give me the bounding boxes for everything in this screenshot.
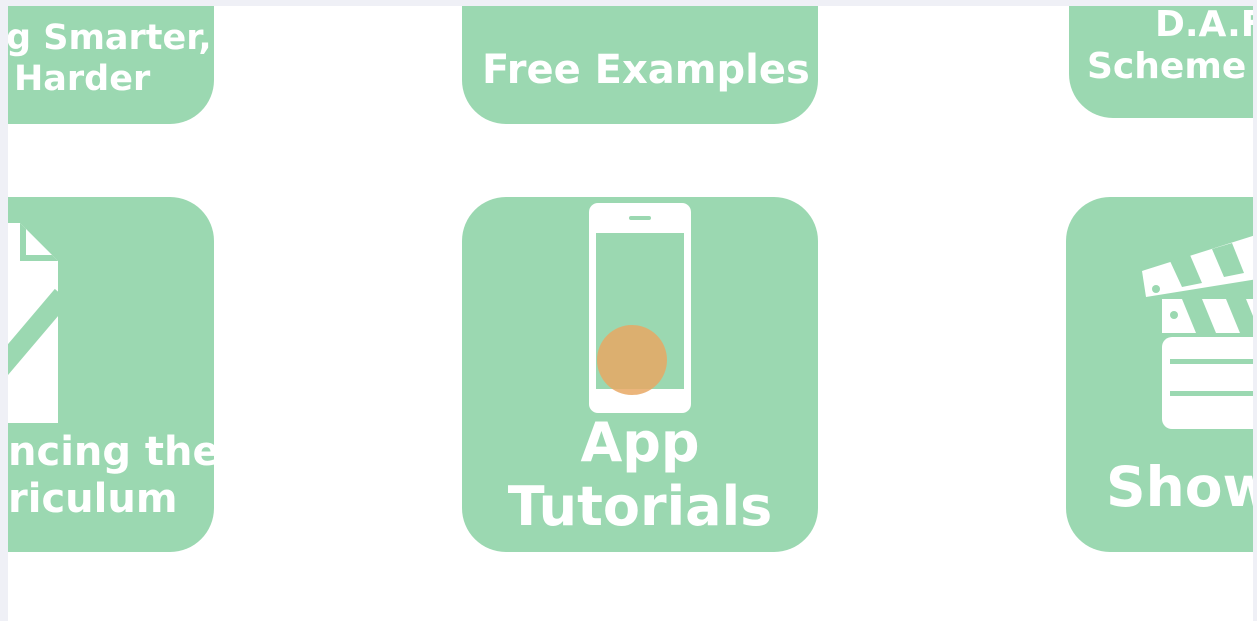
tile-showcase[interactable]: Show — [1066, 197, 1253, 552]
tile-curriculum-line1: ncing the — [8, 429, 214, 475]
tile-free-examples[interactable]: Free Examples — [462, 6, 818, 124]
tile-working-smarter-line2: Harder — [14, 59, 151, 100]
tile-daf-scheme-line2: Scheme c — [1087, 46, 1253, 88]
tile-working-smarter[interactable]: g Smarter, Harder — [8, 6, 214, 124]
tile-free-examples-label: Free Examples — [482, 47, 810, 93]
tile-app-tutorials-label: App Tutorials — [462, 411, 818, 538]
tile-daf-scheme-line1: D.A.F — [1155, 6, 1253, 45]
tile-working-smarter-line1: g Smarter, — [8, 18, 212, 58]
tile-showcase-label: Show — [1106, 455, 1253, 519]
tile-menu-canvas: g Smarter, Harder Free Examples D.A.F Sc… — [8, 6, 1253, 621]
tile-curriculum[interactable]: ncing the riculum — [8, 197, 214, 552]
clapperboard-icon — [1142, 235, 1253, 429]
tile-curriculum-line2: riculum — [8, 476, 178, 523]
tile-daf-scheme[interactable]: D.A.F Scheme c — [1069, 6, 1253, 118]
document-check-icon — [8, 223, 58, 423]
tile-working-smarter-label: g Smarter, Harder — [8, 18, 212, 101]
tile-curriculum-label: ncing the riculum — [8, 429, 214, 523]
touch-indicator — [597, 325, 667, 395]
tile-app-tutorials-line2: Tutorials — [507, 474, 773, 538]
tile-daf-scheme-label: D.A.F Scheme c — [1087, 6, 1253, 89]
tile-app-tutorials-line1: App — [580, 411, 700, 474]
